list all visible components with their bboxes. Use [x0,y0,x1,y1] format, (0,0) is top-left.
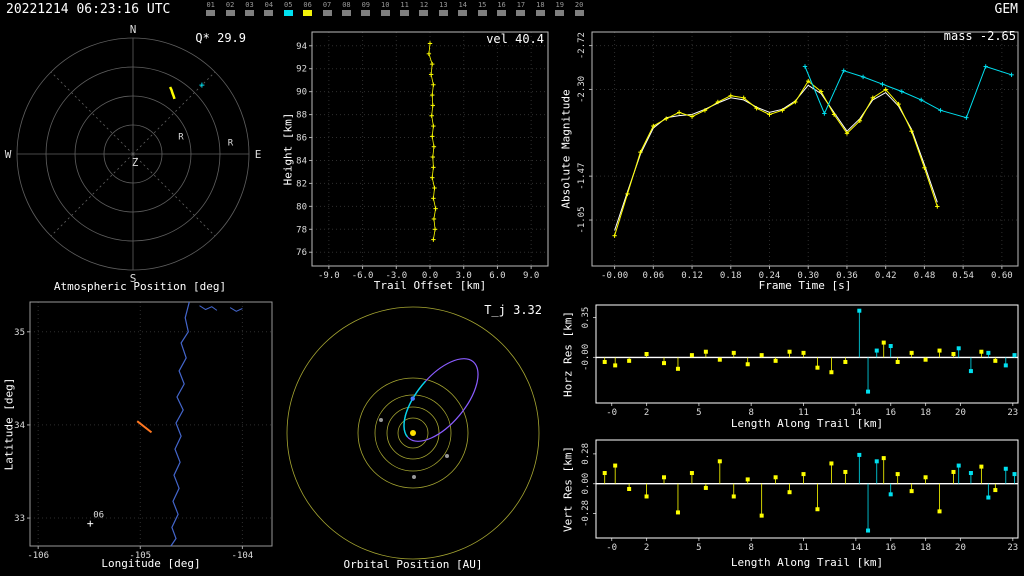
velocity-label: vel 40.4 [486,32,544,46]
svg-text:23: 23 [1007,543,1018,553]
vert-res-axis-label: Vert Res [km] [561,445,575,533]
svg-text:86: 86 [296,134,307,144]
svg-text:76: 76 [296,248,307,258]
height-axis-label: Height [km] [281,112,295,186]
svg-text:R: R [178,132,184,142]
svg-text:-1.05: -1.05 [577,206,587,233]
svg-text:20: 20 [955,408,966,418]
svg-text:N: N [130,23,137,36]
atmospheric-title: Atmospheric Position [deg] [53,280,227,293]
svg-text:-0.00: -0.00 [581,344,591,371]
svg-text:16: 16 [885,543,896,553]
svg-text:0.00: 0.00 [581,473,591,495]
q-value-label: Q* 29.9 [195,31,246,45]
svg-text:-2.30: -2.30 [577,76,587,103]
svg-text:Z: Z [132,156,139,169]
svg-text:2: 2 [644,543,649,553]
svg-text:5: 5 [696,543,701,553]
svg-text:92: 92 [296,65,307,75]
svg-text:-1.47: -1.47 [577,163,587,190]
svg-text:20: 20 [955,543,966,553]
svg-text:8: 8 [748,543,753,553]
svg-text:2: 2 [644,408,649,418]
svg-text:-0: -0 [606,408,617,418]
horz-res-xlabel: Length Along Trail [km] [730,417,884,430]
svg-text:0.06: 0.06 [642,271,664,281]
svg-text:18: 18 [920,543,931,553]
orbital-title: Orbital Position [AU] [343,558,483,571]
frame-time-title: Frame Time [s] [758,279,852,292]
svg-text:34: 34 [14,421,25,431]
svg-text:88: 88 [296,111,307,121]
svg-text:06: 06 [93,511,104,521]
svg-text:0.28: 0.28 [581,443,591,465]
svg-text:82: 82 [296,179,307,189]
svg-text:14: 14 [850,543,861,553]
svg-text:35: 35 [14,328,25,338]
magnitude-axis-label: Absolute Magnitude [559,89,573,209]
svg-text:23: 23 [1007,408,1018,418]
tisserand-label: T_j 3.32 [484,303,542,317]
svg-text:94: 94 [296,42,307,52]
longitude-title: Longitude [deg] [101,557,201,570]
svg-text:E: E [255,148,262,161]
mass-label: mass -2.65 [943,29,1016,43]
svg-text:0.60: 0.60 [991,271,1013,281]
svg-text:80: 80 [296,202,307,212]
trail-offset-title: Trail Offset [km] [373,279,487,292]
latitude-axis-label: Latitude [deg] [2,377,16,471]
svg-text:90: 90 [296,88,307,98]
meteor-summary-screen: 20221214 06:23:16 UTC 01 02 03 04 05 06 07 08 09… [0,0,1024,576]
svg-text:78: 78 [296,225,307,235]
svg-text:-2.72: -2.72 [577,32,587,59]
vert-res-xlabel: Length Along Trail [km] [730,556,884,569]
svg-text:0.35: 0.35 [581,307,591,329]
svg-text:-0.28: -0.28 [581,500,591,527]
svg-text:R: R [228,139,234,149]
svg-text:0.54: 0.54 [952,271,974,281]
svg-text:W: W [5,148,12,161]
svg-text:-0: -0 [606,543,617,553]
svg-text:84: 84 [296,156,307,166]
horz-res-axis-label: Horz Res [km] [561,310,575,398]
svg-text:11: 11 [798,543,809,553]
svg-text:-0.00: -0.00 [601,271,628,281]
svg-text:33: 33 [14,514,25,524]
